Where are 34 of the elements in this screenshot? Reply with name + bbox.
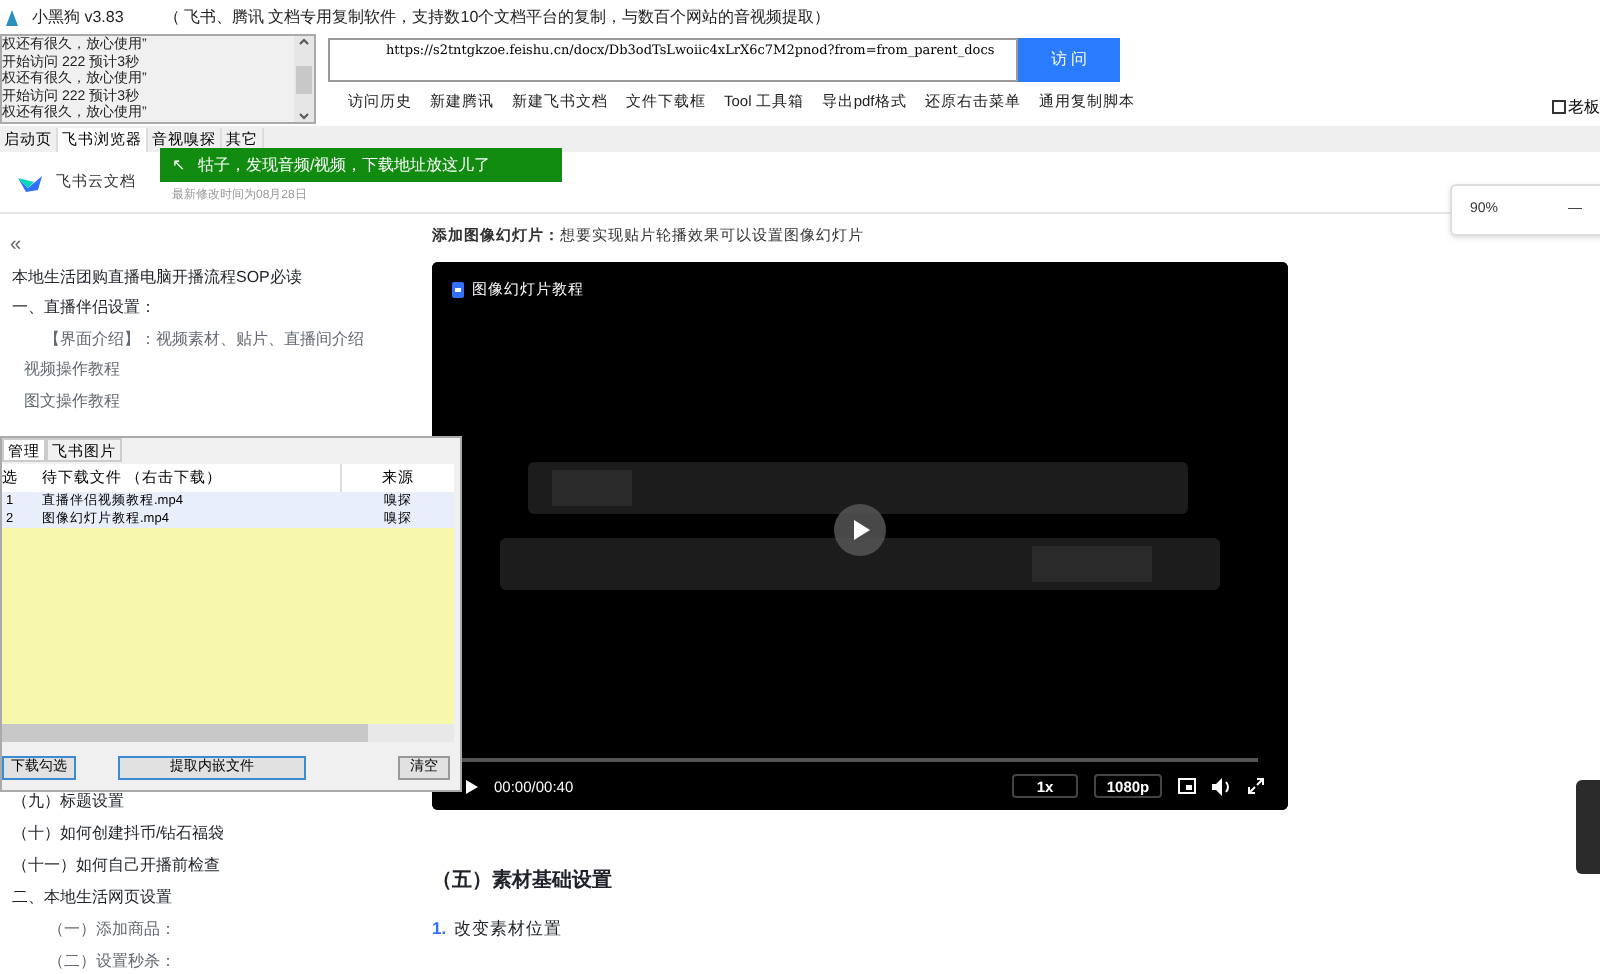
outline-item[interactable]: 本地生活团购直播电脑开播流程SOP必读 <box>0 262 412 293</box>
step-title: 改变素材位置 <box>454 916 563 942</box>
outline-item[interactable]: （九）标题设置 <box>0 785 412 817</box>
outline-item[interactable]: 图文操作教程 <box>0 386 412 417</box>
visit-button[interactable]: 访 问 <box>1018 38 1120 82</box>
volume-icon[interactable] <box>1212 777 1232 796</box>
outline-item[interactable]: 一、直播伴侣设置： <box>0 293 412 324</box>
outline-item[interactable]: 【界面介绍】：视频素材、贴片、直播间介绍 <box>0 324 412 355</box>
step-number: 1. <box>432 916 447 942</box>
scrollbar[interactable] <box>294 36 314 122</box>
checkbox-label: 老板 <box>1568 95 1600 119</box>
scroll-down-icon[interactable] <box>298 110 310 122</box>
play-icon[interactable] <box>834 503 886 556</box>
horizontal-scrollbar[interactable] <box>2 724 454 742</box>
outline-item[interactable]: 视频操作教程 <box>0 355 412 386</box>
collapse-button[interactable]: « <box>0 236 22 256</box>
toast-message: 牯子，发现音频/视频，下载地址放这儿了 <box>198 153 491 177</box>
progress-track[interactable] <box>462 758 1258 763</box>
arrow-icon: ↖ <box>172 153 186 177</box>
outline-item[interactable]: （十）如何创建抖币/钻石福袋 <box>0 817 412 849</box>
window-title: 小黑狗 v3.83 <box>32 5 124 29</box>
app-icon <box>4 7 20 27</box>
outline-item[interactable]: 二、本地生活网页设置 <box>0 881 412 913</box>
logo-icon <box>16 171 44 193</box>
outline-item[interactable]: （一）添加商品： <box>0 913 412 945</box>
play-icon[interactable] <box>466 779 478 794</box>
window-subtitle: （ 飞书、腾讯 文档专用复制软件，支持数10个文档平台的复制，与数百个网站的音视频提取） <box>163 5 831 29</box>
checkbox[interactable] <box>1552 100 1566 114</box>
picture-in-picture-icon[interactable] <box>1178 778 1196 795</box>
outline-item[interactable]: （十一）如何自己开播前检查 <box>0 849 412 881</box>
outline-item[interactable]: （二）设置秒杀： <box>0 945 412 974</box>
section-heading: （五）素材基础设置 <box>432 867 614 897</box>
scroll-up-icon[interactable] <box>298 36 310 48</box>
fullscreen-icon[interactable] <box>1248 778 1264 795</box>
